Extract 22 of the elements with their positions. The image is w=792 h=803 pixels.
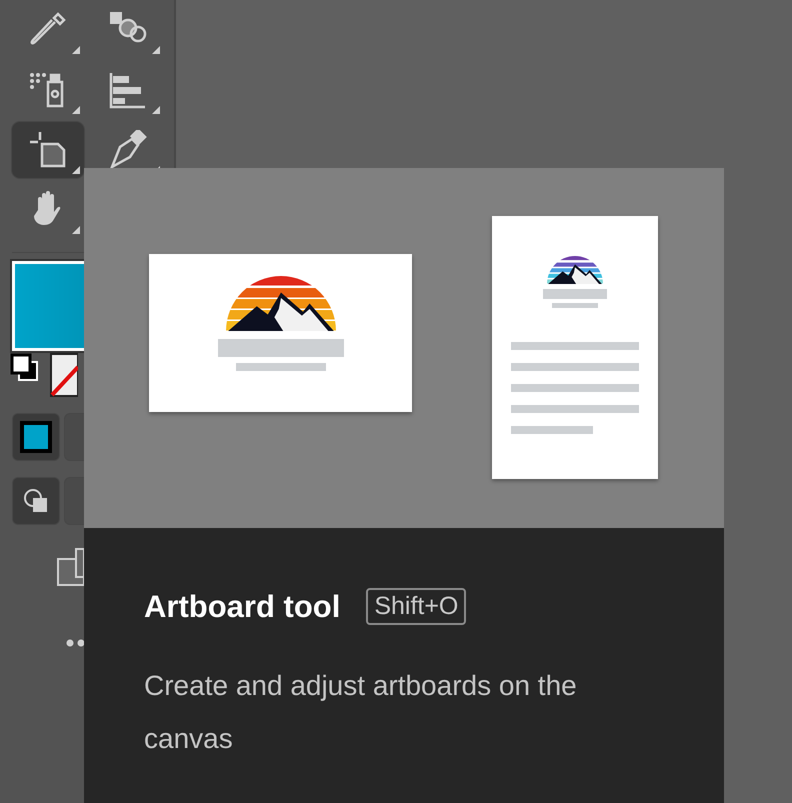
tool-button[interactable] bbox=[12, 122, 84, 178]
artboard-icon bbox=[28, 130, 68, 170]
mountain-logo-icon bbox=[226, 276, 336, 333]
submenu-corner-icon bbox=[72, 46, 80, 54]
mountain-logo-icon bbox=[547, 256, 603, 286]
stroke-swatch[interactable] bbox=[50, 353, 78, 397]
pen-nib-icon bbox=[108, 130, 148, 170]
screen-mode-icon[interactable] bbox=[56, 547, 84, 587]
default-colors-icon[interactable] bbox=[10, 353, 40, 383]
submenu-corner-icon bbox=[152, 106, 160, 114]
color-square-icon bbox=[20, 421, 52, 453]
submenu-corner-icon bbox=[152, 46, 160, 54]
draw-normal-icon bbox=[22, 487, 50, 515]
shortcut-key: Shift+O bbox=[366, 588, 466, 625]
text-line-placeholder bbox=[543, 289, 607, 299]
draw-normal-button[interactable] bbox=[12, 477, 60, 525]
tooltip-title: Artboard tool bbox=[144, 588, 340, 624]
bar-chart-icon bbox=[108, 70, 148, 110]
tooltip-description: Create and adjust artboards on the canvas bbox=[144, 669, 578, 756]
text-line-placeholder bbox=[552, 303, 598, 308]
more-icon[interactable] bbox=[66, 639, 86, 647]
color-mode-button[interactable] bbox=[12, 413, 60, 461]
